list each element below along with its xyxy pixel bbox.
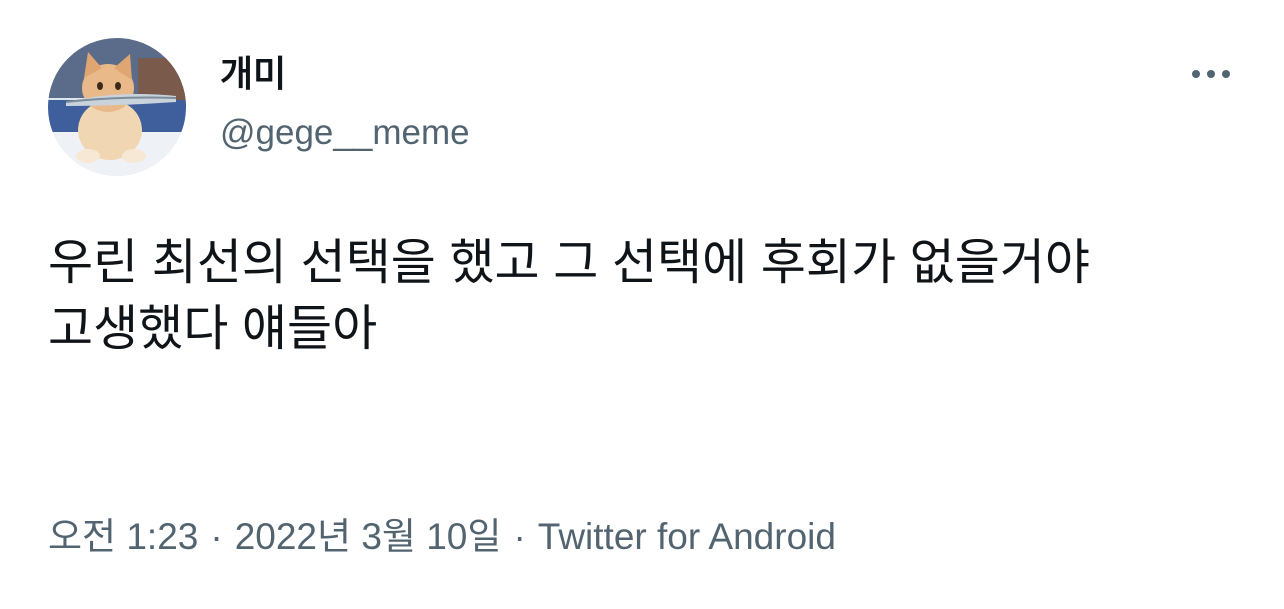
tweet-meta: 오전 1:23 · 2022년 3월 10일 · Twitter for Android [48,512,836,562]
user-handle[interactable]: @gege__meme [220,110,470,156]
meta-separator: · [210,516,223,557]
tweet-text: 우린 최선의 선택을 했고 그 선택에 후회가 없을거야 고생했다 얘들아 [48,236,1090,356]
avatar[interactable] [48,38,186,176]
more-horizontal-icon [1192,70,1230,78]
more-button[interactable] [1186,56,1236,92]
tweet-source[interactable]: Twitter for Android [538,516,836,557]
display-name[interactable]: 개미 [220,50,286,98]
tweet-container: 개미 @gege__meme 우린 최선의 선택을 했고 그 선택에 후회가 없… [0,0,1284,609]
meta-separator: · [513,516,526,557]
cat-avatar-icon [48,38,186,176]
tweet-date[interactable]: 2022년 3월 10일 [235,516,502,557]
tweet-time[interactable]: 오전 1:23 [48,516,198,557]
